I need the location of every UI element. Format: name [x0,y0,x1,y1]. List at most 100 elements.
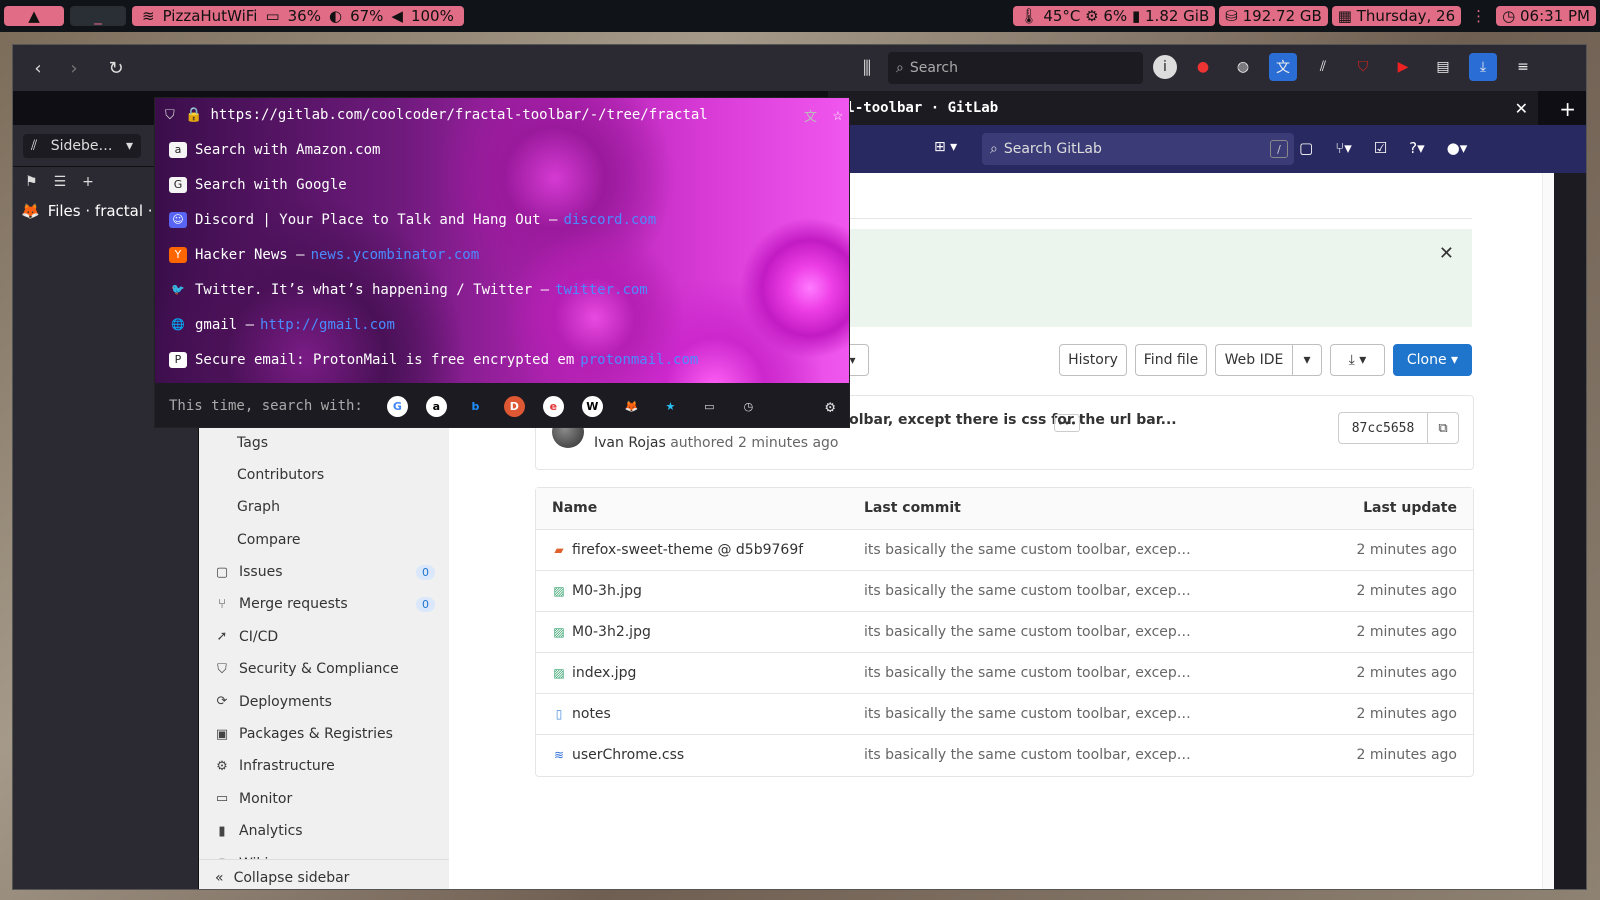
url-suggestion[interactable]: G Search with Google [155,167,849,202]
reload-button[interactable]: ↻ [101,53,131,83]
find-file-button[interactable]: Find file [1135,344,1207,376]
last-commit-cell[interactable]: its basically the same custom toolbar, e… [864,747,1191,763]
table-row[interactable]: ▨ index.jpg its basically the same custom … [536,653,1473,694]
history-engine-icon[interactable]: ◷ [738,396,759,417]
expand-commit-button[interactable]: ••• [1054,414,1080,432]
issues-header-icon[interactable]: ▢ [1299,139,1313,157]
new-item-icon[interactable]: ⊞ ▾ [934,139,957,155]
table-row[interactable]: ▨ M0-3h2.jpg its basically the same custom… [536,612,1473,653]
web-ide-dropdown[interactable]: ▾ [1292,344,1322,376]
history-button[interactable]: History [1059,344,1127,376]
clone-button[interactable]: Clone ▾ [1393,344,1472,376]
translate-extension-icon[interactable]: 文 [1269,53,1297,81]
amazon-engine-icon[interactable]: a [425,395,447,417]
nav-packages-registries[interactable]: ▣ Packages & Registries [215,726,435,742]
file-name-cell[interactable]: ≋ userChrome.css [552,747,684,763]
last-commit-cell[interactable]: its basically the same custom toolbar, e… [864,542,1191,558]
last-commit-cell[interactable]: its basically the same custom toolbar, e… [864,665,1191,681]
duckduckgo-engine-icon[interactable]: D [503,395,525,417]
url-bar[interactable]: ⛉ 🔒 https://gitlab.com/coolcoder/fractal… [155,98,849,132]
shield-icon[interactable]: ⛉ [165,108,185,123]
url-suggestion[interactable]: 🌐 gmail — http://gmail.com [155,307,849,342]
nav-issues[interactable]: ▢ Issues 0 [215,564,435,580]
new-tab-button[interactable]: + [1559,97,1576,121]
google-engine-icon[interactable]: G [386,395,408,417]
tab-gitlab[interactable]: al-toolbar · GitLab ✕ [828,91,1538,125]
nav-analytics[interactable]: ▮ Analytics [215,823,435,839]
nav-contributors[interactable]: Contributors [237,467,324,483]
table-row[interactable]: ▨ M0-3h.jpg its basically the same custom … [536,571,1473,612]
file-name-cell[interactable]: ▨ index.jpg [552,665,636,681]
todos-icon[interactable]: ☑ [1374,139,1387,157]
url-suggestion[interactable]: a Search with Amazon.com [155,132,849,167]
bing-engine-icon[interactable]: b [465,396,486,417]
launcher-button[interactable]: ▲ [4,6,64,26]
forward-button[interactable]: › [59,53,89,83]
ebay-engine-icon[interactable]: e [542,395,564,417]
bookmarks-engine-icon[interactable]: ★ [660,396,681,417]
url-suggestion[interactable]: Y Hacker News — news.ycombinator.com [155,237,849,272]
web-ide-button[interactable]: Web IDE [1215,344,1293,376]
nav-graph[interactable]: Graph [237,499,280,515]
workspace-indicator[interactable]: _ [70,6,126,26]
user-avatar[interactable]: ●▾ [1447,139,1468,157]
bookmark-icon[interactable]: ⚑ [25,174,38,190]
file-name[interactable]: M0-3h2.jpg [572,624,651,640]
download-button[interactable]: ⤓ ▾ [1330,344,1385,376]
toolbar-search-field[interactable]: ⌕ Search [888,52,1143,84]
file-name-cell[interactable]: ▰ firefox-sweet-theme @ d5b9769f [552,542,803,558]
file-name[interactable]: notes [572,706,611,722]
url-text[interactable]: https://gitlab.com/coolcoder/fractal-too… [210,107,707,123]
copy-sha-icon[interactable]: ⧉ [1427,412,1459,444]
tab-list-icon[interactable]: ☰ [54,174,67,190]
date-widget[interactable]: ▦ Thursday, 26 [1331,6,1462,26]
reader-extension-icon[interactable]: ▤ [1429,53,1457,81]
file-name-cell[interactable]: ▨ M0-3h.jpg [552,583,642,599]
translate-page-icon[interactable]: 文 [804,106,817,125]
globe-extension-icon[interactable]: ◍ [1229,53,1257,81]
nav-merge-requests[interactable]: ⑂ Merge requests 0 [215,596,435,612]
file-name[interactable]: M0-3h.jpg [572,583,642,599]
youtube-extension-icon[interactable]: ▶ [1389,53,1417,81]
gear-icon[interactable]: ⚙ [825,397,835,416]
tabs-engine-icon[interactable]: ▭ [699,396,720,417]
url-suggestion[interactable]: 🐦 Twitter. It’s what’s happening / Twitte… [155,272,849,307]
info-extension-icon[interactable]: i [1153,55,1177,79]
lock-icon[interactable]: 🔒 [185,107,202,123]
file-name-cell[interactable]: ▨ M0-3h2.jpg [552,624,651,640]
bookmark-star-icon[interactable]: ☆ [833,105,843,125]
close-tab-icon[interactable]: ✕ [1515,99,1528,118]
wikipedia-engine-icon[interactable]: W [581,395,603,417]
close-icon[interactable]: ✕ [1439,243,1454,264]
add-icon[interactable]: + [82,174,94,190]
table-row[interactable]: ▰ firefox-sweet-theme @ d5b9769f its basic… [536,530,1473,571]
table-row[interactable]: ▯ notes its basically the same custom tool… [536,694,1473,735]
nav-tags[interactable]: Tags [237,435,268,451]
nav-compare[interactable]: Compare [237,532,301,548]
menu-icon[interactable]: ≡ [1509,53,1537,81]
ublock-extension-icon[interactable]: ⛉ [1349,53,1377,81]
file-name[interactable]: userChrome.css [572,747,684,763]
file-name[interactable]: index.jpg [572,665,636,681]
nav-deployments[interactable]: ⟳ Deployments [215,694,435,710]
last-commit-cell[interactable]: its basically the same custom toolbar, e… [864,624,1191,640]
commit-sha[interactable]: 87cc5658 [1338,412,1428,444]
gitlab-search-field[interactable]: ⌕ Search GitLab / [982,133,1294,165]
clock-widget[interactable]: ◷ 06:31 PM [1496,6,1596,26]
sidebar-switcher[interactable]: ⫽ Sidebe… ▾ [23,133,141,158]
url-suggestion[interactable]: ☺ Discord | Your Place to Talk and Hang O… [155,202,849,237]
help-icon[interactable]: ?▾ [1409,139,1425,157]
last-commit-cell[interactable]: its basically the same custom toolbar, e… [864,706,1191,722]
last-commit-cell[interactable]: its basically the same custom toolbar, e… [864,583,1191,599]
merge-requests-header-icon[interactable]: ⑂▾ [1335,139,1352,157]
url-suggestion[interactable]: P Secure email: ProtonMail is free encryp… [155,342,849,377]
back-button[interactable]: ‹ [23,53,53,83]
collapse-sidebar-button[interactable]: « Collapse sidebar [199,859,449,889]
stylus-extension-icon[interactable]: ⫽ [1309,53,1337,81]
file-name[interactable]: firefox-sweet-theme @ d5b9769f [572,542,803,558]
tomato-extension-icon[interactable]: ● [1189,53,1217,81]
gitlab-engine-icon[interactable]: 🦊 [621,396,642,417]
file-name-cell[interactable]: ▯ notes [552,706,611,722]
library-icon[interactable]: ⫼ [852,53,882,83]
nav-security-compliance[interactable]: ⛉ Security & Compliance [215,661,435,677]
